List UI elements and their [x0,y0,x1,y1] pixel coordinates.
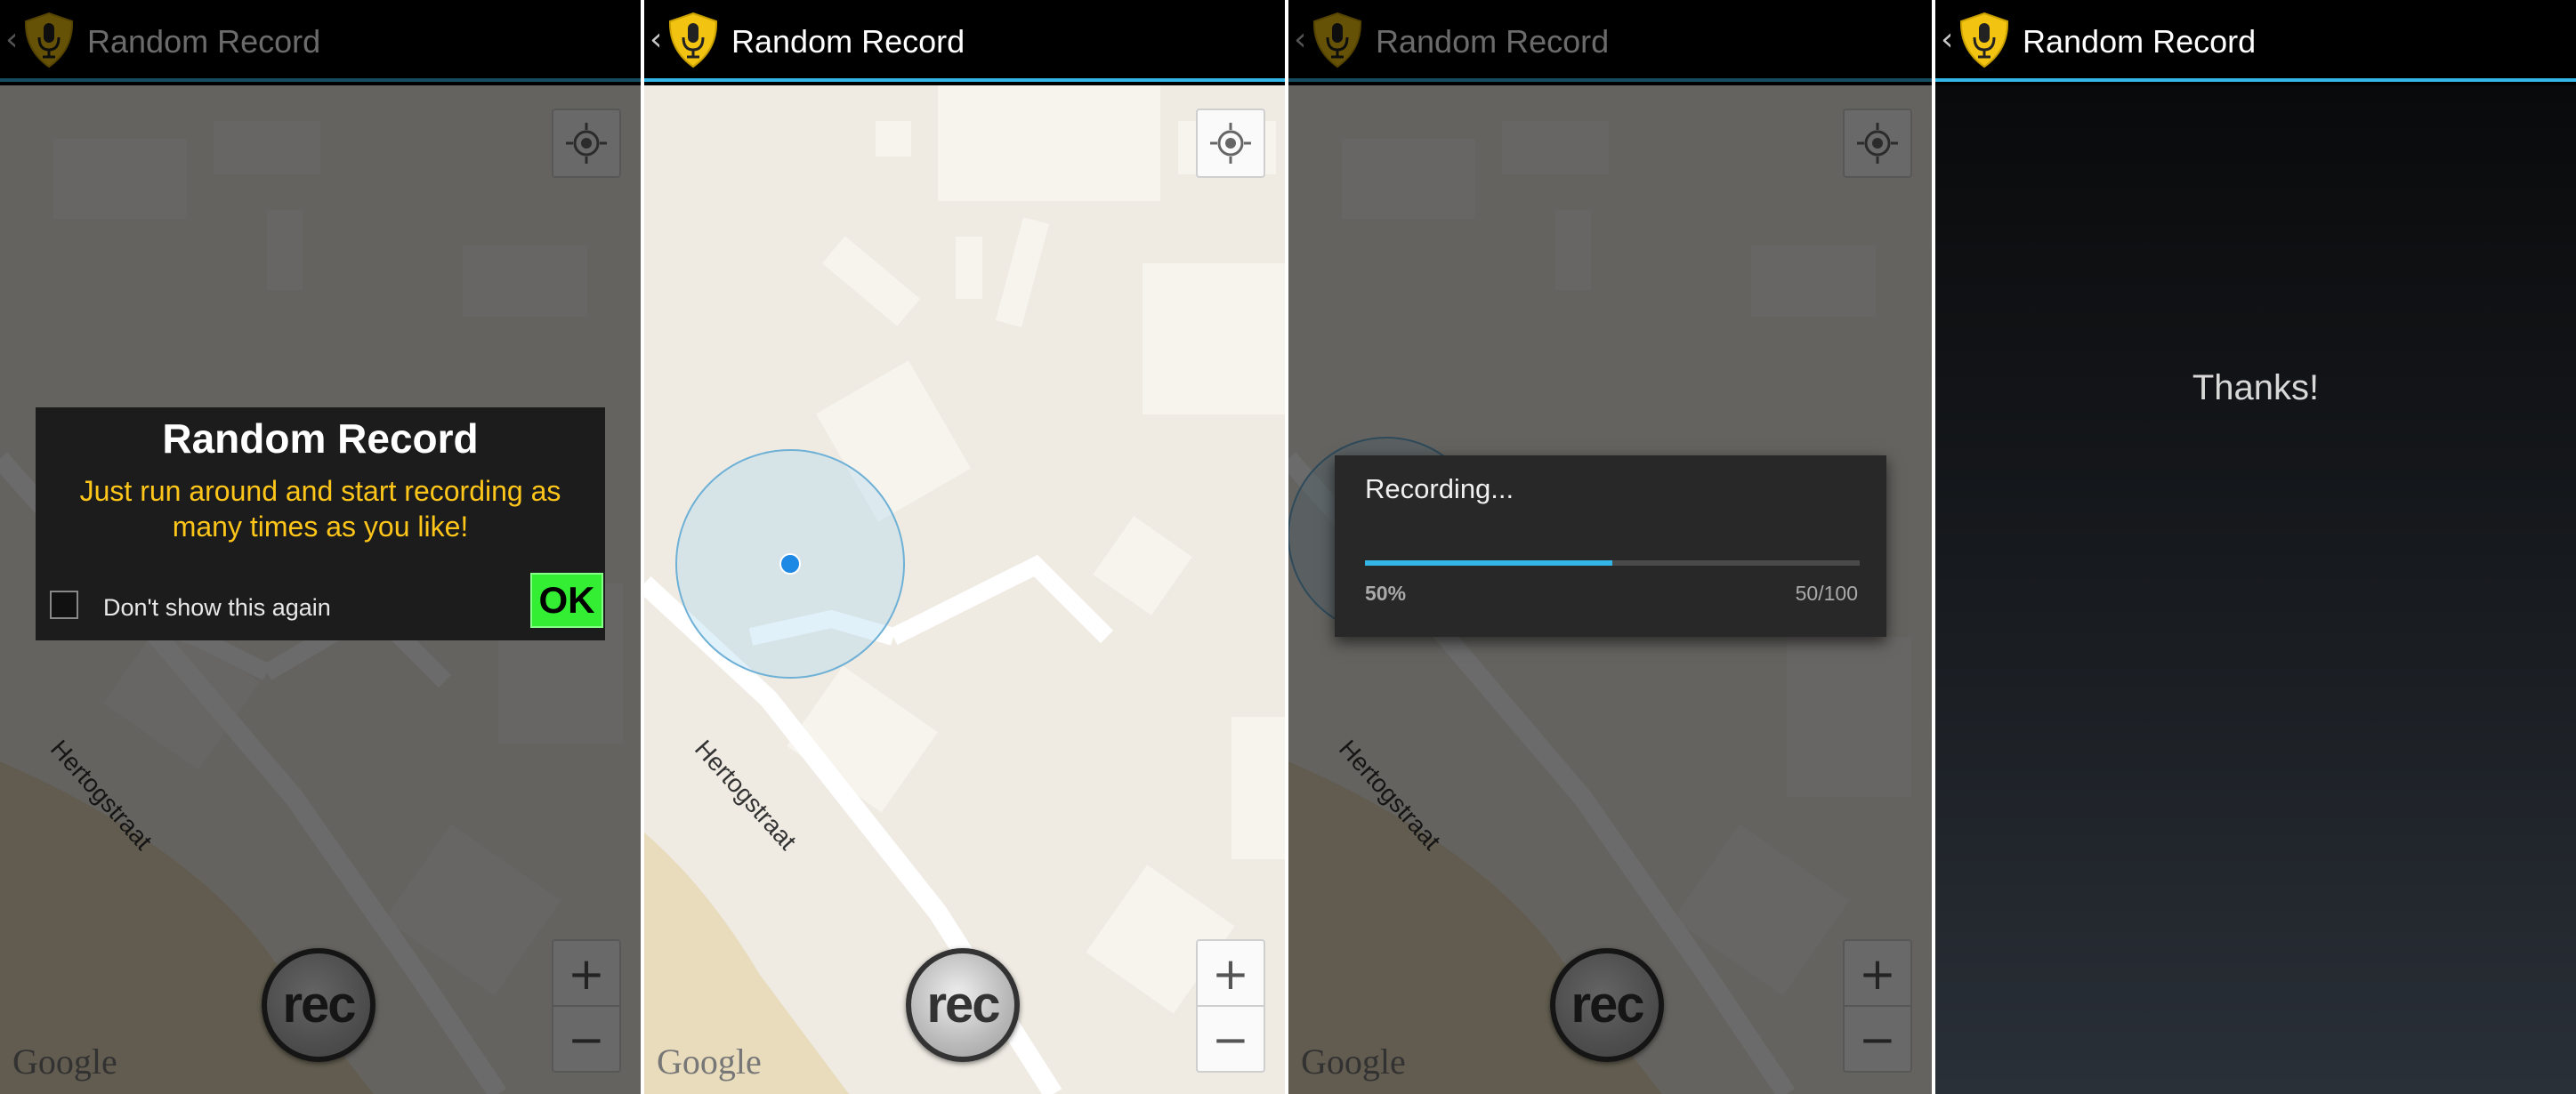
microphone-shield-logo-icon[interactable] [666,11,721,69]
progress-percent: 50% [1365,582,1407,605]
app-title: Random Record [731,23,965,60]
dialog-message: Just run around and start recording as m… [79,475,561,543]
crosshair-icon [1210,123,1251,164]
app-title: Random Record [2023,23,2257,60]
zoom-controls: + − [1196,939,1265,1073]
progress-bar-fill [1365,560,1612,566]
google-attribution: Google [657,1042,762,1082]
microphone-shield-logo-icon[interactable] [1957,11,2012,69]
dialog-title: Random Record [162,415,479,462]
up-chevron-icon[interactable]: ‹ [650,21,662,58]
progress-title: Recording... [1365,473,1514,504]
screen-thanks: ‹ Random Record Thanks! [1935,0,2576,1094]
zoom-out-button[interactable]: − [1198,1007,1264,1073]
record-button-label: rec [926,976,1000,1034]
screen-intro: ‹ Random Record Hertogstraat [0,0,641,1094]
progress-bar [1365,560,1860,566]
recording-progress-dialog: Recording... 50% 50/100 [1335,455,1886,637]
progress-count: 50/100 [1795,582,1858,605]
map-tiles [644,85,1285,1094]
up-chevron-icon[interactable]: ‹ [1941,21,1953,58]
my-location-button[interactable] [1196,109,1265,178]
zoom-in-button[interactable]: + [1198,941,1264,1007]
record-button[interactable]: rec [906,948,1020,1062]
ok-button[interactable]: OK [530,573,603,628]
dont-show-again-label[interactable]: Don't show this again [103,594,331,622]
map-view[interactable]: Hertogstraat + − rec Google [644,85,1285,1094]
action-bar: ‹ Random Record [644,0,1285,82]
screen-map: ‹ Random Record Hertogstraat + − rec Goo… [644,0,1285,1094]
intro-dialog: Random Record Just run around and start … [36,407,605,640]
screen-recording: ‹ Random Record Hertogstraat [1288,0,1932,1094]
thanks-message: Thanks! [2192,368,2320,407]
dont-show-again-checkbox[interactable] [50,591,78,619]
thanks-background [1935,85,2576,1094]
action-bar: ‹ Random Record [1935,0,2576,82]
